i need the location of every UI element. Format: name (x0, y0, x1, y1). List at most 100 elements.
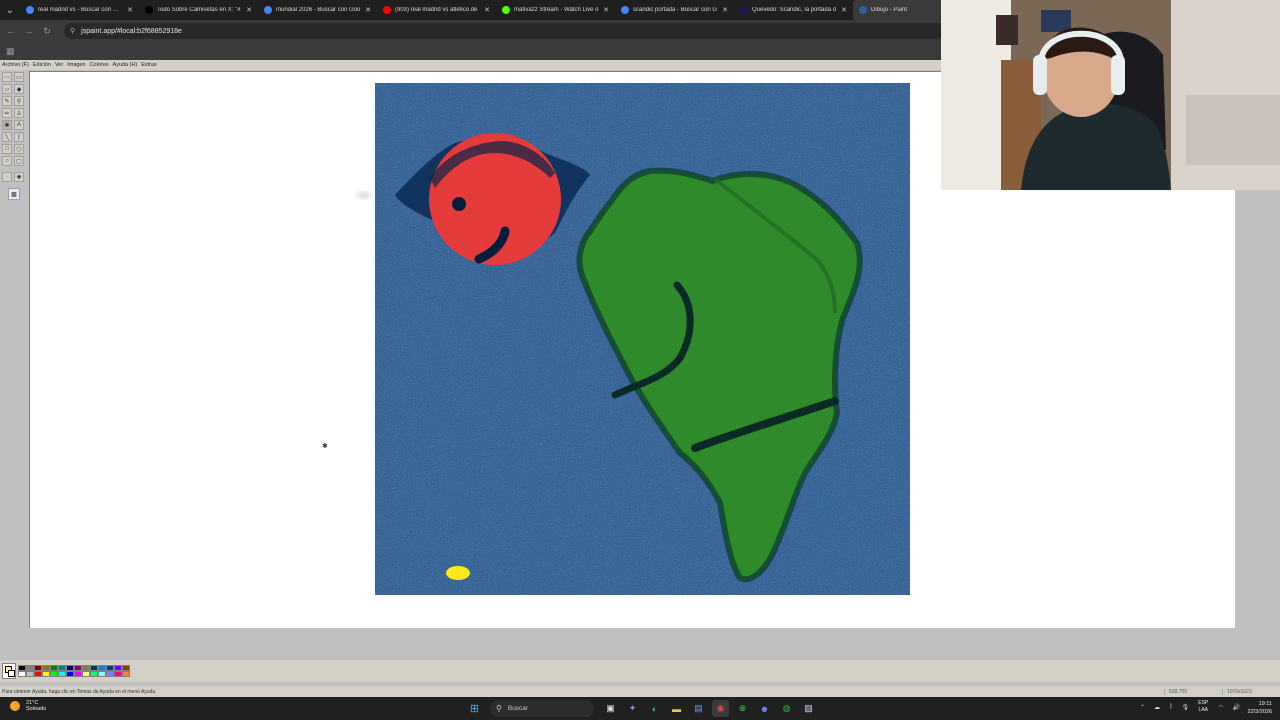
palette-swatch[interactable] (66, 671, 74, 677)
mic-icon[interactable]: 🎙 (1182, 704, 1190, 711)
webcam-overlay (941, 0, 1280, 190)
menu-extras[interactable]: Extras (141, 62, 157, 68)
webcam-feed (941, 0, 1280, 190)
palette-swatch[interactable] (82, 671, 90, 677)
task-view-icon[interactable]: ▣ (602, 700, 619, 717)
search-placeholder: Buscar (507, 705, 529, 712)
fill-tool-icon[interactable]: ◆ (14, 84, 24, 94)
store-icon[interactable]: ▤ (690, 700, 707, 717)
chrome-icon[interactable]: ◉ (712, 700, 729, 717)
system-tray: ⌃ ☁ ᛒ 🎙 ESP LAA ◠ 🔊 (1140, 700, 1249, 714)
wifi-icon[interactable]: ◠ (1218, 704, 1223, 711)
current-colors[interactable] (2, 663, 16, 679)
eraser-tool-icon[interactable]: ▱ (2, 84, 12, 94)
browser-tab[interactable]: Quevedo: Scandic, la portada d ✕ (734, 0, 853, 20)
tab-title: Quevedo: Scandic, la portada d (752, 7, 837, 13)
canvas-size: 1070x1023 (1222, 688, 1280, 695)
background-color[interactable] (8, 670, 15, 677)
magnifier-tool-icon[interactable]: ⚲ (14, 96, 24, 106)
site-info-icon[interactable]: ⚲ (70, 27, 75, 35)
tab-search-icon[interactable]: ⌄ (0, 0, 20, 20)
windows-start-icon[interactable]: ⊞ (466, 700, 483, 717)
palette-swatch[interactable] (98, 671, 106, 677)
airbrush-size-small-icon[interactable]: · (2, 172, 12, 182)
polygon-tool-icon[interactable]: ⬠ (14, 144, 24, 154)
weather-desc: Soleado (26, 706, 47, 712)
palette-swatch[interactable] (74, 671, 82, 677)
clock[interactable]: 19:11 22/3/2026 (1248, 700, 1272, 716)
menu-colores[interactable]: Colores (90, 62, 109, 68)
clock-time: 19:11 (1258, 701, 1272, 707)
address-bar[interactable]: ⚲ jspaint.app/#local:b2f68852918e (64, 23, 944, 39)
lang-bottom: LAA (1198, 707, 1208, 713)
rounded-rect-tool-icon[interactable]: ▢ (14, 156, 24, 166)
bluetooth-icon[interactable]: ᛒ (1169, 704, 1173, 710)
status-help-text: Para obtener Ayuda, haga clic en Temas d… (2, 688, 157, 695)
airbrush-size-selected-icon[interactable]: ▩ (8, 188, 20, 200)
ellipse-tool-icon[interactable]: ○ (2, 156, 12, 166)
edge-icon[interactable]: ◐ (646, 700, 663, 717)
browser-tab[interactable]: (903) real madrid vs atletico de ✕ (377, 0, 496, 20)
palette-swatch[interactable] (58, 671, 66, 677)
copilot-icon[interactable]: ✦ (624, 700, 641, 717)
tab-close-icon[interactable]: ✕ (246, 6, 252, 14)
language-indicator[interactable]: ESP LAA (1198, 700, 1208, 714)
reload-icon[interactable]: ↻ (38, 26, 56, 37)
palette-swatch[interactable] (26, 671, 34, 677)
rectangle-tool-icon[interactable]: □ (2, 144, 12, 154)
tray-chevron-icon[interactable]: ⌃ (1140, 704, 1145, 711)
palette-swatch[interactable] (42, 671, 50, 677)
browser-tab[interactable]: scandic portada - Buscar con G ✕ (615, 0, 734, 20)
taskbar: 21°C Soleado ⊞ ⚲ Buscar ▣ ✦ ◐ ▬ ▤ ◉ ⊗ ☻ … (0, 697, 1280, 720)
browser-tab[interactable]: mativazz Stream - Watch Live o ✕ (496, 0, 615, 20)
airbrush-tool-icon[interactable]: ✱ (2, 120, 12, 130)
text-tool-icon[interactable]: A (14, 120, 24, 130)
pencil-tool-icon[interactable]: ✏ (2, 108, 12, 118)
tab-close-icon[interactable]: ✕ (127, 6, 133, 14)
tab-title: mundial 2026 - Buscar con Goo (276, 7, 361, 13)
weather-widget[interactable]: 21°C Soleado (10, 700, 46, 712)
sun-icon (10, 701, 20, 711)
spotify-icon[interactable]: ◍ (778, 700, 795, 717)
tab-close-icon[interactable]: ✕ (365, 6, 371, 14)
palette-swatch[interactable] (122, 671, 130, 677)
palette-swatch[interactable] (114, 671, 122, 677)
palette-swatch[interactable] (50, 671, 58, 677)
line-tool-icon[interactable]: ╲ (2, 132, 12, 142)
volume-icon[interactable]: 🔊 (1233, 704, 1240, 711)
tab-close-icon[interactable]: ✕ (484, 6, 490, 14)
browser-tab[interactable]: real madrid vs - Buscar con Goo ✕ (20, 0, 139, 20)
palette-swatch[interactable] (106, 671, 114, 677)
paint-app-icon[interactable]: ▧ (800, 700, 817, 717)
discord-icon[interactable]: ☻ (756, 700, 773, 717)
airbrush-size-large-icon[interactable]: ✺ (14, 172, 24, 182)
menu-ayuda[interactable]: Ayuda (H) (113, 62, 138, 68)
browser-tab[interactable]: mundial 2026 - Buscar con Goo ✕ (258, 0, 377, 20)
menu-imagen[interactable]: Imagen (67, 62, 85, 68)
palette-swatch[interactable] (18, 671, 26, 677)
rect-select-tool-icon[interactable]: ▭ (14, 72, 24, 82)
taskbar-search[interactable]: ⚲ Buscar (490, 700, 594, 717)
curve-tool-icon[interactable]: ∫ (14, 132, 24, 142)
menu-ver[interactable]: Ver (55, 62, 63, 68)
brush-tool-icon[interactable]: ♙ (14, 108, 24, 118)
status-bar: Para obtener Ayuda, haga clic en Temas d… (0, 686, 1280, 697)
browser-tab[interactable]: Todo Sobre Camisetas en X: "# ✕ (139, 0, 258, 20)
color-picker-tool-icon[interactable]: ✎ (2, 96, 12, 106)
palette-swatch[interactable] (34, 671, 42, 677)
apps-grid-icon[interactable]: ▦ (6, 46, 15, 57)
menu-archivo[interactable]: Archivo (F) (2, 62, 29, 68)
spray-speckle (355, 190, 373, 200)
file-explorer-icon[interactable]: ▬ (668, 700, 685, 717)
network-icon[interactable]: ☁ (1154, 704, 1160, 711)
tab-favicon-icon (502, 6, 510, 14)
menu-edicion[interactable]: Edición (33, 62, 51, 68)
tab-close-icon[interactable]: ✕ (722, 6, 728, 14)
free-select-tool-icon[interactable]: ⋯ (2, 72, 12, 82)
xbox-icon[interactable]: ⊗ (734, 700, 751, 717)
back-icon[interactable]: ← (2, 26, 20, 36)
tab-close-icon[interactable]: ✕ (603, 6, 609, 14)
forward-icon[interactable]: → (20, 26, 38, 36)
palette-swatch[interactable] (90, 671, 98, 677)
tab-close-icon[interactable]: ✕ (841, 6, 847, 14)
